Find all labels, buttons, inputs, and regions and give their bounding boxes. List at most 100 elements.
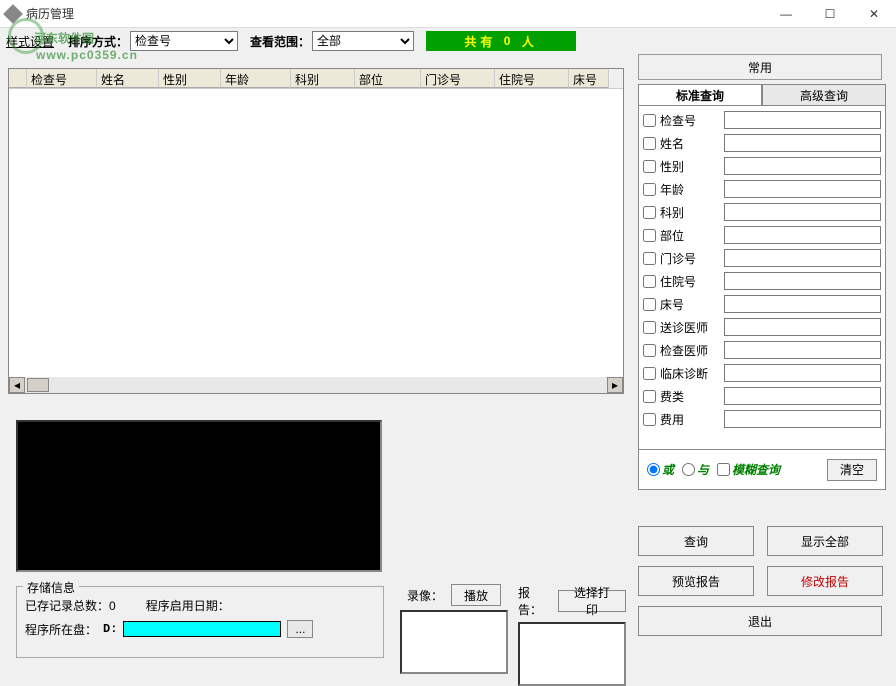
col-inpatient[interactable]: 住院号: [495, 69, 569, 88]
query-field-input[interactable]: [724, 203, 881, 221]
query-row: 检查号: [643, 109, 881, 131]
titlebar: 病历管理 — ☐ ✕: [0, 0, 896, 28]
play-button[interactable]: 播放: [451, 584, 501, 606]
query-row: 临床诊断: [643, 362, 881, 384]
scroll-left-arrow[interactable]: ◂: [9, 377, 25, 393]
toolbar: 样式设置 排序方式： 检查号 查看范围： 全部 共有 0 人: [0, 28, 896, 54]
storage-group: 存储信息 已存记录总数： 0 程序启用日期： 程序所在盘： D: ...: [16, 586, 384, 658]
scroll-thumb[interactable]: [27, 378, 49, 392]
query-field-checkbox[interactable]: [643, 114, 656, 127]
query-field-label: 床号: [660, 296, 724, 313]
query-field-input[interactable]: [724, 295, 881, 313]
query-field-checkbox[interactable]: [643, 275, 656, 288]
query-field-input[interactable]: [724, 249, 881, 267]
query-tabs: 标准查询 高级查询: [638, 84, 886, 106]
query-field-input[interactable]: [724, 157, 881, 175]
query-row: 费类: [643, 385, 881, 407]
query-row: 性别: [643, 155, 881, 177]
col-outpatient[interactable]: 门诊号: [421, 69, 495, 88]
minimize-button[interactable]: —: [764, 0, 808, 28]
report-label: 报告：: [518, 584, 550, 618]
query-field-label: 科别: [660, 204, 724, 221]
query-field-label: 姓名: [660, 135, 724, 152]
disk-label: 程序所在盘：: [25, 621, 97, 638]
query-field-checkbox[interactable]: [643, 413, 656, 426]
query-field-input[interactable]: [724, 180, 881, 198]
query-field-checkbox[interactable]: [643, 367, 656, 380]
query-field-checkbox[interactable]: [643, 298, 656, 311]
disk-letter: D:: [103, 622, 117, 636]
choose-print-button[interactable]: 选择打印: [558, 590, 626, 612]
query-field-input[interactable]: [724, 226, 881, 244]
query-field-input[interactable]: [724, 410, 881, 428]
app-icon: [3, 4, 23, 24]
show-all-button[interactable]: 显示全部: [767, 526, 883, 556]
query-field-checkbox[interactable]: [643, 344, 656, 357]
query-field-input[interactable]: [724, 318, 881, 336]
count-box: 共有 0 人: [426, 31, 576, 51]
records-table[interactable]: 检查号 姓名 性别 年龄 科别 部位 门诊号 住院号 床号 ◂ ▸: [8, 68, 624, 394]
right-pane: 常用 标准查询 高级查询 检查号姓名性别年龄科别部位门诊号住院号床号送诊医师检查…: [638, 54, 886, 636]
query-row: 送诊医师: [643, 316, 881, 338]
left-pane: 检查号 姓名 性别 年龄 科别 部位 门诊号 住院号 床号 ◂ ▸ 存储信息 已…: [8, 68, 624, 394]
col-age[interactable]: 年龄: [221, 69, 291, 88]
range-select[interactable]: 全部: [312, 31, 414, 51]
preview-report-button[interactable]: 预览报告: [638, 566, 754, 596]
storage-legend: 存储信息: [23, 579, 79, 596]
video-box: [400, 610, 508, 674]
col-name[interactable]: 姓名: [97, 69, 159, 88]
tab-advanced-query[interactable]: 高级查询: [762, 84, 886, 106]
col-exam-no[interactable]: 检查号: [27, 69, 97, 88]
query-row: 科别: [643, 201, 881, 223]
query-field-input[interactable]: [724, 134, 881, 152]
query-row: 门诊号: [643, 247, 881, 269]
col-sex[interactable]: 性别: [159, 69, 221, 88]
query-row: 年龄: [643, 178, 881, 200]
clear-button[interactable]: 清空: [827, 459, 877, 481]
browse-disk-button[interactable]: ...: [287, 620, 313, 638]
maximize-button[interactable]: ☐: [808, 0, 852, 28]
query-field-checkbox[interactable]: [643, 321, 656, 334]
row-header-corner: [9, 69, 27, 88]
query-field-input[interactable]: [724, 341, 881, 359]
query-row: 费用: [643, 408, 881, 430]
query-field-input[interactable]: [724, 387, 881, 405]
video-label: 录像：: [407, 587, 443, 604]
style-settings-link[interactable]: 样式设置: [6, 33, 54, 50]
close-button[interactable]: ✕: [852, 0, 896, 28]
query-field-label: 住院号: [660, 273, 724, 290]
modify-report-button[interactable]: 修改报告: [767, 566, 883, 596]
col-bed[interactable]: 床号: [569, 69, 609, 88]
opt-and[interactable]: 与: [682, 461, 709, 478]
query-field-checkbox[interactable]: [643, 252, 656, 265]
action-buttons: 查询 显示全部 预览报告 修改报告: [638, 526, 886, 596]
common-button[interactable]: 常用: [638, 54, 882, 80]
query-field-checkbox[interactable]: [643, 206, 656, 219]
query-field-label: 费用: [660, 411, 724, 428]
query-field-label: 临床诊断: [660, 365, 724, 382]
sort-select[interactable]: 检查号: [130, 31, 238, 51]
query-field-input[interactable]: [724, 364, 881, 382]
scroll-right-arrow[interactable]: ▸: [607, 377, 623, 393]
table-hscroll[interactable]: ◂ ▸: [9, 377, 623, 393]
query-field-checkbox[interactable]: [643, 137, 656, 150]
opt-or[interactable]: 或: [647, 461, 674, 478]
query-field-checkbox[interactable]: [643, 229, 656, 242]
exit-button[interactable]: 退出: [638, 606, 882, 636]
opt-fuzzy[interactable]: 模糊查询: [717, 461, 780, 478]
query-panel[interactable]: 检查号姓名性别年龄科别部位门诊号住院号床号送诊医师检查医师临床诊断费类费用: [638, 106, 886, 450]
query-field-checkbox[interactable]: [643, 390, 656, 403]
query-field-checkbox[interactable]: [643, 160, 656, 173]
report-box: [518, 622, 626, 686]
query-button[interactable]: 查询: [638, 526, 754, 556]
query-field-checkbox[interactable]: [643, 183, 656, 196]
query-field-input[interactable]: [724, 111, 881, 129]
col-dept[interactable]: 科别: [291, 69, 355, 88]
tab-standard-query[interactable]: 标准查询: [638, 84, 762, 106]
col-part[interactable]: 部位: [355, 69, 421, 88]
query-row: 床号: [643, 293, 881, 315]
query-field-input[interactable]: [724, 272, 881, 290]
record-count-label: 已存记录总数：: [25, 597, 109, 614]
window-title: 病历管理: [26, 5, 764, 22]
query-row: 检查医师: [643, 339, 881, 361]
